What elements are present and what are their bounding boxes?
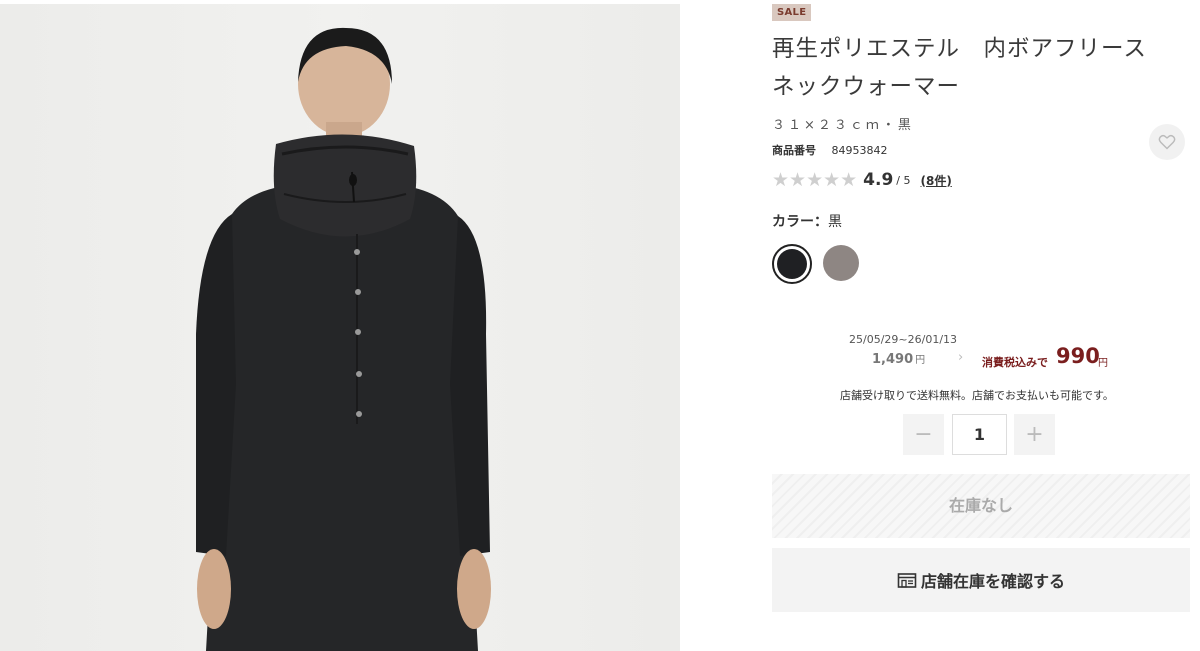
rating-out-of: / 5 bbox=[896, 173, 911, 187]
color-swatch-gray[interactable] bbox=[822, 244, 862, 284]
color-swatch-black-fill bbox=[777, 249, 807, 279]
rating-score: 4.9 bbox=[863, 170, 894, 190]
quantity-input[interactable]: 1 bbox=[952, 414, 1007, 455]
color-label-text: カラー： bbox=[772, 214, 828, 230]
original-price-currency: 円 bbox=[915, 355, 926, 366]
check-store-stock-button[interactable]: 店舗在庫を確認する bbox=[772, 548, 1190, 612]
product-size-color: ３１×２３ｃｍ・黒 bbox=[772, 118, 914, 133]
sale-price: 990 bbox=[1056, 344, 1100, 368]
chevron-right-icon: › bbox=[958, 350, 964, 365]
heart-icon bbox=[1158, 134, 1176, 150]
color-value: 黒 bbox=[828, 214, 842, 230]
out-of-stock-button: 在庫なし bbox=[772, 474, 1190, 538]
pickup-note: 店舗受け取りで送料無料。店舗でお支払いも可能です。 bbox=[840, 389, 1114, 402]
original-price: 1,490 円 bbox=[872, 351, 925, 367]
product-code-label: 商品番号 bbox=[772, 144, 816, 157]
product-image[interactable] bbox=[0, 4, 680, 651]
sale-badge: SALE bbox=[772, 4, 812, 21]
sale-period: 25/05/29~26/01/13 bbox=[849, 333, 958, 346]
color-swatch-gray-fill bbox=[823, 245, 859, 281]
product-code-value: 84953842 bbox=[831, 144, 888, 157]
color-label: カラー：黒 bbox=[772, 211, 842, 231]
original-price-value: 1,490 bbox=[872, 352, 914, 367]
rating: ★★★★★ 4.9 / 5 (8件) bbox=[772, 168, 952, 192]
favorite-button[interactable] bbox=[1149, 124, 1185, 160]
product-info-panel: SALE 再生ポリエステル 内ボアフリース ネックウォーマー ３１×２３ｃｍ・黒… bbox=[772, 0, 1190, 651]
product-code: 商品番号 84953842 bbox=[772, 142, 888, 158]
check-store-stock-label: 店舗在庫を確認する bbox=[920, 572, 1065, 591]
product-title: 再生ポリエステル 内ボアフリース ネックウォーマー bbox=[772, 36, 1147, 100]
quantity-decrease-button[interactable]: − bbox=[903, 414, 944, 455]
product-photo-illustration bbox=[196, 27, 491, 651]
store-icon bbox=[897, 573, 917, 588]
quantity-increase-button[interactable]: + bbox=[1014, 414, 1055, 455]
tax-included-label: 消費税込みで bbox=[982, 356, 1048, 369]
rating-stars-icon: ★★★★★ bbox=[772, 169, 858, 191]
review-count-link[interactable]: (8件) bbox=[921, 172, 952, 189]
sale-price-currency: 円 bbox=[1098, 358, 1108, 369]
color-swatch-black[interactable] bbox=[772, 244, 812, 284]
